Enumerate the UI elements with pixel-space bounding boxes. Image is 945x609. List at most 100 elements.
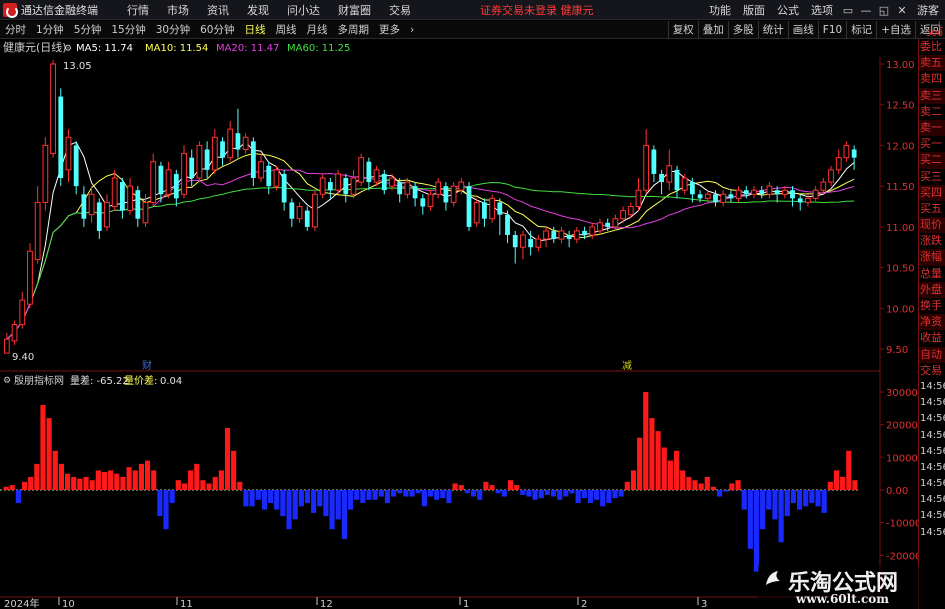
side-bid-5[interactable]: 买五 [919, 201, 945, 217]
period-monthly[interactable]: 月线 [302, 22, 333, 37]
side-net-assets[interactable]: 净资 [919, 314, 945, 331]
indicator-bar-negative [778, 490, 784, 543]
side-bid-3[interactable]: 买三 [919, 169, 945, 185]
side-change[interactable]: 涨跌 [919, 233, 945, 249]
indicator-bar-positive [212, 476, 218, 490]
indicator-bar-positive [138, 463, 144, 490]
menu-formula[interactable]: 公式 [771, 2, 805, 18]
adjust-button[interactable]: 复权 [667, 21, 698, 39]
menu-news[interactable]: 资讯 [198, 2, 238, 18]
add-watchlist-button[interactable]: +自选 [876, 21, 915, 39]
menu-wealth-circle[interactable]: 财富圈 [329, 2, 380, 18]
candle-body-down [73, 145, 79, 187]
side-ask-3[interactable]: 卖三 [919, 87, 945, 104]
candle-body-up [781, 189, 788, 195]
finance-marker[interactable]: 财 [142, 359, 152, 372]
indicator-bar-negative [366, 490, 372, 500]
period-more[interactable]: 更多 [374, 22, 405, 37]
period-30min[interactable]: 30分钟 [151, 22, 195, 37]
indicator-bar-negative [753, 490, 760, 572]
side-turnover[interactable]: 换手 [919, 298, 945, 314]
period-tick[interactable]: 分时 [0, 22, 31, 37]
menu-market[interactable]: 市场 [158, 2, 198, 18]
side-auto[interactable]: 自动 [919, 346, 945, 363]
candle-body-down [605, 222, 611, 227]
candle-body-up [227, 128, 234, 159]
restore-icon[interactable]: ◱ [875, 4, 893, 17]
indicator-bar-negative [464, 490, 470, 494]
period-60min[interactable]: 60分钟 [195, 22, 239, 37]
candle-body-up [835, 157, 842, 171]
side-bid-2[interactable]: 买二 [919, 152, 945, 169]
period-15min[interactable]: 15分钟 [106, 22, 150, 37]
side-ask-5[interactable]: 卖五 [919, 55, 945, 72]
candle-body-up [489, 197, 496, 220]
close-icon[interactable]: ✕ [893, 4, 911, 17]
candle-body-down [582, 230, 587, 235]
indicator-tick-label: 20000 [886, 421, 918, 432]
period-weekly[interactable]: 周线 [271, 22, 302, 37]
candle-body-up [34, 201, 41, 260]
indicator-field-1: 量差: -65.22 [70, 374, 129, 387]
indicator-bar-positive [46, 418, 52, 490]
side-ask-4[interactable]: 卖四 [919, 71, 945, 87]
indicator-bar-positive [452, 483, 458, 490]
indicator-bar-positive [846, 450, 852, 490]
menu-ask[interactable]: 问小达 [278, 2, 329, 18]
menu-options[interactable]: 选项 [805, 2, 839, 18]
indicator-bar-positive [735, 480, 741, 490]
period-daily[interactable]: 日线 [240, 22, 271, 37]
side-change-pct[interactable]: 涨幅 [919, 249, 945, 266]
side-current-price[interactable]: 现价 [919, 217, 945, 234]
panel-toggle-icon[interactable]: ▭ [839, 4, 857, 17]
indicator-bar-positive [34, 463, 40, 490]
candle-body-down [189, 157, 195, 178]
indicator-bar-positive [507, 480, 514, 490]
menu-trade[interactable]: 交易 [380, 2, 420, 18]
minimize-icon[interactable]: — [857, 4, 875, 17]
indicator-bar-positive [65, 473, 71, 490]
reduce-holding-marker[interactable]: 减 [622, 360, 632, 372]
statistics-button[interactable]: 统计 [757, 21, 788, 39]
indicator-bar-positive [649, 418, 655, 490]
more-chevron-icon[interactable]: › [405, 24, 419, 36]
candle-body-up [258, 161, 264, 179]
candle-body-up [211, 136, 218, 171]
candle-body-up [627, 206, 634, 216]
menu-quotes[interactable]: 行情 [118, 2, 158, 18]
side-bid-4[interactable]: 买四 [919, 184, 945, 201]
menu-layout[interactable]: 版面 [737, 2, 771, 18]
candle-body-down [790, 190, 795, 199]
indicator-bar-negative [409, 490, 415, 497]
side-bid-1[interactable]: 买一 [919, 136, 945, 152]
candle-body-up [42, 144, 49, 203]
side-trade[interactable]: 交易 [919, 363, 945, 379]
menu-functions[interactable]: 功能 [703, 2, 737, 18]
side-bid-ratio[interactable]: 委比 [919, 39, 945, 55]
indicator-bar-negative [157, 490, 163, 517]
side-earnings[interactable]: 收益 [919, 330, 945, 346]
mark-button[interactable]: 标记 [846, 21, 876, 39]
candle-body-up [643, 144, 650, 191]
side-ask-2[interactable]: 卖二 [919, 104, 945, 120]
side-outer-volume[interactable]: 外盘 [919, 281, 945, 298]
f10-button[interactable]: F10 [817, 21, 846, 39]
x-tick-label: 2024年 [4, 597, 39, 609]
tick-time: 14:56 [920, 494, 945, 506]
period-multi[interactable]: 多周期 [333, 22, 375, 37]
candle-body-down [412, 186, 418, 199]
guest-label[interactable]: 游客 [911, 2, 945, 18]
indicator-gear-icon[interactable]: ⚙ [3, 376, 11, 386]
overlay-button[interactable]: 叠加 [697, 21, 728, 39]
draw-line-button[interactable]: 画线 [787, 21, 818, 39]
side-volume[interactable]: 总量 [919, 266, 945, 282]
period-5min[interactable]: 5分钟 [69, 22, 107, 37]
settings-gear-icon[interactable]: ⚙ [64, 44, 72, 54]
menu-discover[interactable]: 发现 [238, 2, 278, 18]
level-indicator: L 500 [925, 21, 943, 39]
period-1min[interactable]: 1分钟 [31, 22, 69, 37]
indicator-bar-positive [218, 470, 224, 490]
multi-stock-button[interactable]: 多股 [727, 21, 758, 39]
side-ask-1[interactable]: 卖一 [919, 119, 945, 137]
stock-chart[interactable]: 健康元(日线) ⚙ MA5: 11.74 MA10: 11.54 MA20: 1… [0, 39, 945, 609]
